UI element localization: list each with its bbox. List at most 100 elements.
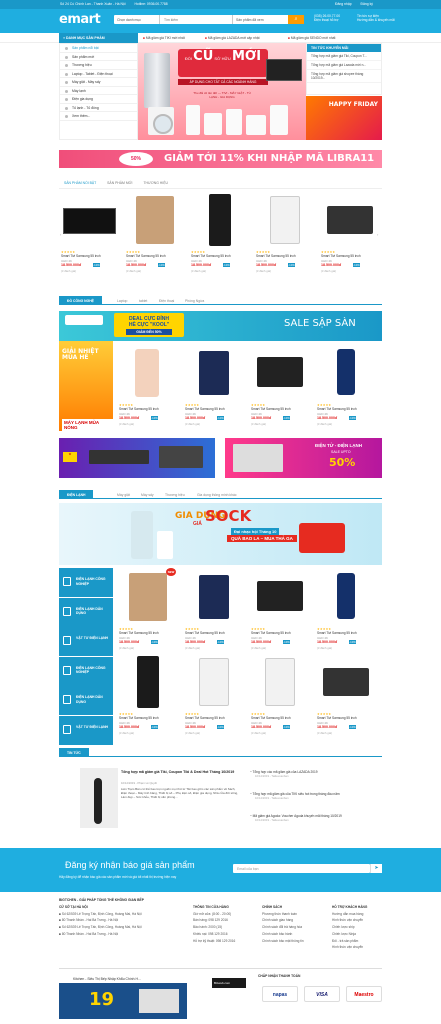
section-tab[interactable]: Laptop — [117, 299, 127, 303]
store-badge[interactable]: Bizweb.com — [212, 978, 246, 988]
product-image[interactable] — [251, 345, 308, 400]
category-tile[interactable]: VẬT TƯ ĐIỆN LẠNH — [59, 715, 113, 745]
footer-link[interactable]: Chính sách đổi trả hàng hóa — [262, 924, 304, 931]
section-tab[interactable]: Điện thoại — [159, 299, 174, 303]
product-card[interactable]: ★★★★★ Smart Tivi Samsung 55 inch UHD 4K 18.… — [254, 190, 315, 282]
product-card[interactable]: ★★★★★ Smart Tivi Samsung 55 inch UHD 4K 18.… — [189, 190, 250, 282]
product-card[interactable]: ★★★★★ Smart Tivi Samsung 55 inch UHD 4K 18.… — [249, 652, 310, 744]
product-image[interactable] — [317, 569, 374, 624]
viewed-products-select[interactable]: Sản phẩm đã xem — [232, 15, 288, 24]
product-image[interactable] — [119, 345, 176, 400]
main-banner[interactable]: ĐỔI CŨ SỞ HỮU MỚI ÁP DỤNG CHO TẤT CẢ CÁC… — [138, 43, 306, 140]
product-card[interactable]: ★★★★★ Smart Tivi Samsung 55 inch UHD 4K 18.… — [117, 343, 178, 435]
product-card[interactable]: ★★★★★ Smart Tivi Samsung 55 inch UHD 4K 18.… — [183, 652, 244, 744]
sidebar-item[interactable]: Máy lạnh — [60, 87, 137, 95]
product-card[interactable]: ★★★★★ Smart Tivi Samsung 55 inch UHD 4K 18.… — [249, 567, 310, 659]
footer-link[interactable]: Chiến lược Ninja — [332, 931, 367, 938]
product-card[interactable]: ★★★★★ Smart Tivi Samsung 55 inch UHD 4K 18.… — [315, 567, 376, 659]
deal-banner[interactable]: DEAL CỰC ĐỈNH HÈ CỰC "KOOL" GIẢM ĐẾN 50%… — [59, 311, 382, 341]
footer-link[interactable]: Hướng dẫn mua hàng — [332, 911, 367, 918]
section-tab[interactable]: Máy giặt — [117, 493, 130, 497]
footer-link[interactable]: Chính sách bảo hành — [262, 931, 304, 938]
kitchen-widget[interactable]: Kitchen - Siêu Thị Bếp Nhập Khẩu Chính H… — [59, 975, 187, 1019]
product-name[interactable]: Smart Tivi Samsung 55 inch — [317, 631, 357, 635]
category-tile[interactable]: VẬT TƯ ĐIỆN LẠNH — [59, 627, 113, 656]
product-name[interactable]: Smart Tivi Samsung 55 inch — [191, 254, 231, 258]
product-name[interactable]: Smart Tivi Samsung 55 inch — [251, 407, 291, 411]
sidebar-item[interactable]: Điện gia dụng — [60, 95, 137, 104]
footer-link[interactable]: Hình thức vận chuyển — [332, 944, 367, 951]
footer-link[interactable]: Đối - trả sản phẩm — [332, 938, 367, 945]
product-image[interactable] — [185, 345, 242, 400]
product-name[interactable]: Smart Tivi Samsung 55 inch — [256, 254, 296, 258]
category-tile[interactable]: ĐIỆN LẠNH CÔNG NGHIỆP — [59, 568, 113, 597]
product-name[interactable]: Smart Tivi Samsung 55 inch — [251, 716, 291, 720]
product-card[interactable]: ★★★★★ Smart Tivi Samsung 55 inch UHD 4K 18.… — [117, 567, 178, 659]
product-image[interactable] — [256, 192, 313, 247]
product-image[interactable] — [126, 192, 183, 247]
product-image[interactable] — [251, 569, 308, 624]
search-input[interactable] — [163, 16, 229, 23]
news-image[interactable] — [80, 768, 118, 828]
product-name[interactable]: Smart Tivi Samsung 55 inch — [119, 631, 159, 635]
section-tab[interactable]: tablet — [139, 299, 147, 303]
section-tab[interactable]: Máy sấy — [141, 493, 154, 497]
footer-store[interactable]: ■ 80 Thanh Nhàn - Hai Bà Trưng - Hà Nội — [59, 931, 189, 938]
footer-store[interactable]: ■ 80 Thanh Nhàn - Hai Bà Trưng - Hà Nội — [59, 917, 189, 924]
product-name[interactable]: Smart Tivi Samsung 55 inch — [317, 407, 357, 411]
product-name[interactable]: Smart Tivi Samsung 55 inch — [119, 716, 159, 720]
news-item[interactable]: ❝ Tổng hợp mã giảm giá của TIKI siêu hot… — [250, 792, 382, 800]
section-tab[interactable]: Gia dụng thông minh khác — [197, 493, 237, 497]
footer-link[interactable]: Chính sách giao hàng — [262, 917, 304, 924]
product-name[interactable]: Smart Tivi Samsung 55 inch — [119, 407, 159, 411]
electronics-sale-banner[interactable]: ĐIỆN TỬ - ĐIỆN LẠNH SALE UPTO 50% — [225, 438, 382, 478]
sidebar-item[interactable]: Sản phẩm mới — [60, 53, 137, 61]
register-link[interactable]: Đăng ký — [361, 2, 373, 6]
product-image[interactable] — [191, 192, 248, 247]
category-tile[interactable]: ĐIỆN LẠNH DÂN DỤNG — [59, 686, 113, 715]
product-image[interactable] — [61, 192, 118, 247]
footer-store[interactable]: ■ Số 62/539 Lê Trọng Tấn, Định Công, Hoà… — [59, 924, 189, 931]
promo-news-item[interactable]: Tổng hợp mã giảm giá shopee tháng 10/201… — [307, 70, 381, 83]
product-card[interactable]: ★★★★★ Smart Tivi Samsung 55 inch UHD 4K 18.… — [319, 190, 380, 282]
product-name[interactable]: Smart Tivi Samsung 55 inch — [185, 631, 225, 635]
product-name[interactable]: Smart Tivi Samsung 55 inch — [321, 254, 361, 258]
sidebar-item[interactable]: Laptop - Tablet - Điện thoại — [60, 70, 137, 78]
promo-news-item[interactable]: Tổng hợp mã giảm giá Tiki, Coupon T... — [307, 52, 381, 61]
product-card[interactable]: ★★★★★ Smart Tivi Samsung 55 inch UHD 4K 18.… — [315, 652, 376, 744]
promo-news-item[interactable]: Tổng hợp mã giảm giá Lazada mới n... — [307, 61, 381, 70]
product-name[interactable]: Smart Tivi Samsung 55 inch — [317, 716, 357, 720]
sidebar-item[interactable]: Thương hiệu — [60, 61, 137, 70]
product-image[interactable] — [317, 654, 374, 709]
category-tile[interactable]: ĐIỆN LẠNH CÔNG NGHIỆP — [59, 656, 113, 686]
logo[interactable]: emart — [59, 12, 101, 27]
product-name[interactable]: Smart Tivi Samsung 55 inch — [251, 631, 291, 635]
product-image[interactable] — [119, 569, 176, 624]
email-input[interactable]: Email của bạn — [233, 864, 370, 873]
promo-link-1[interactable]: ■ Mã giảm giá TIKI mới nhất — [143, 36, 185, 40]
category-tile[interactable]: ĐIỆN LẠNH DÂN DỤNG — [59, 597, 113, 627]
product-card[interactable]: ★★★★★ Smart Tivi Samsung 55 inch UHD 4K 18.… — [315, 343, 376, 435]
footer-store[interactable]: ■ Số 62/539 Lê Trọng Tấn, Định Công, Hoà… — [59, 911, 189, 918]
tab-brand[interactable]: THƯƠNG HIỆU — [138, 178, 172, 188]
sidebar-item[interactable]: Máy giặt - Máy sấy — [60, 78, 137, 87]
promo-link-2[interactable]: ■ Mã giảm giá LAZADA mới cập nhật — [205, 36, 260, 40]
product-name[interactable]: Smart Tivi Samsung 55 inch — [126, 254, 166, 258]
product-card[interactable]: ★★★★★ Smart Tivi Samsung 55 inch UHD 4K 18.… — [249, 343, 310, 435]
sidebar-item[interactable]: Xem thêm... — [60, 112, 137, 121]
sock-banner[interactable]: GIA DỤNG GIÁ SOCK Đại nhạc hội Tháng 10 … — [59, 503, 382, 565]
category-menu-button[interactable]: ≡ DANH MỤC SẢN PHẨM — [59, 33, 138, 43]
product-image[interactable] — [317, 345, 374, 400]
footer-link[interactable]: Chính sách bảo mật thông tin — [262, 938, 304, 945]
product-card[interactable]: ★★★★★ Smart Tivi Samsung 55 inch UHD 4K 18.… — [124, 190, 185, 282]
news-item[interactable]: ❝ Mã giảm giá Agoda: Voucher Agoda khuyế… — [250, 814, 382, 822]
footer-link[interactable]: Chiến lược ship — [332, 924, 367, 931]
product-name[interactable]: Smart Tivi Samsung 55 inch — [61, 254, 101, 258]
keyboard-banner[interactable]: ★ — [59, 438, 215, 478]
happy-friday-banner[interactable]: HAPPY FRIDAY — [306, 96, 382, 140]
section-tab[interactable]: Thương hiệu — [165, 493, 185, 497]
product-name[interactable]: Smart Tivi Samsung 55 inch — [185, 407, 225, 411]
tab-new[interactable]: SẢN PHẨM MỚI — [102, 178, 137, 188]
product-image[interactable] — [119, 654, 176, 709]
section-tab[interactable]: Phòng Ngừa — [185, 299, 204, 303]
